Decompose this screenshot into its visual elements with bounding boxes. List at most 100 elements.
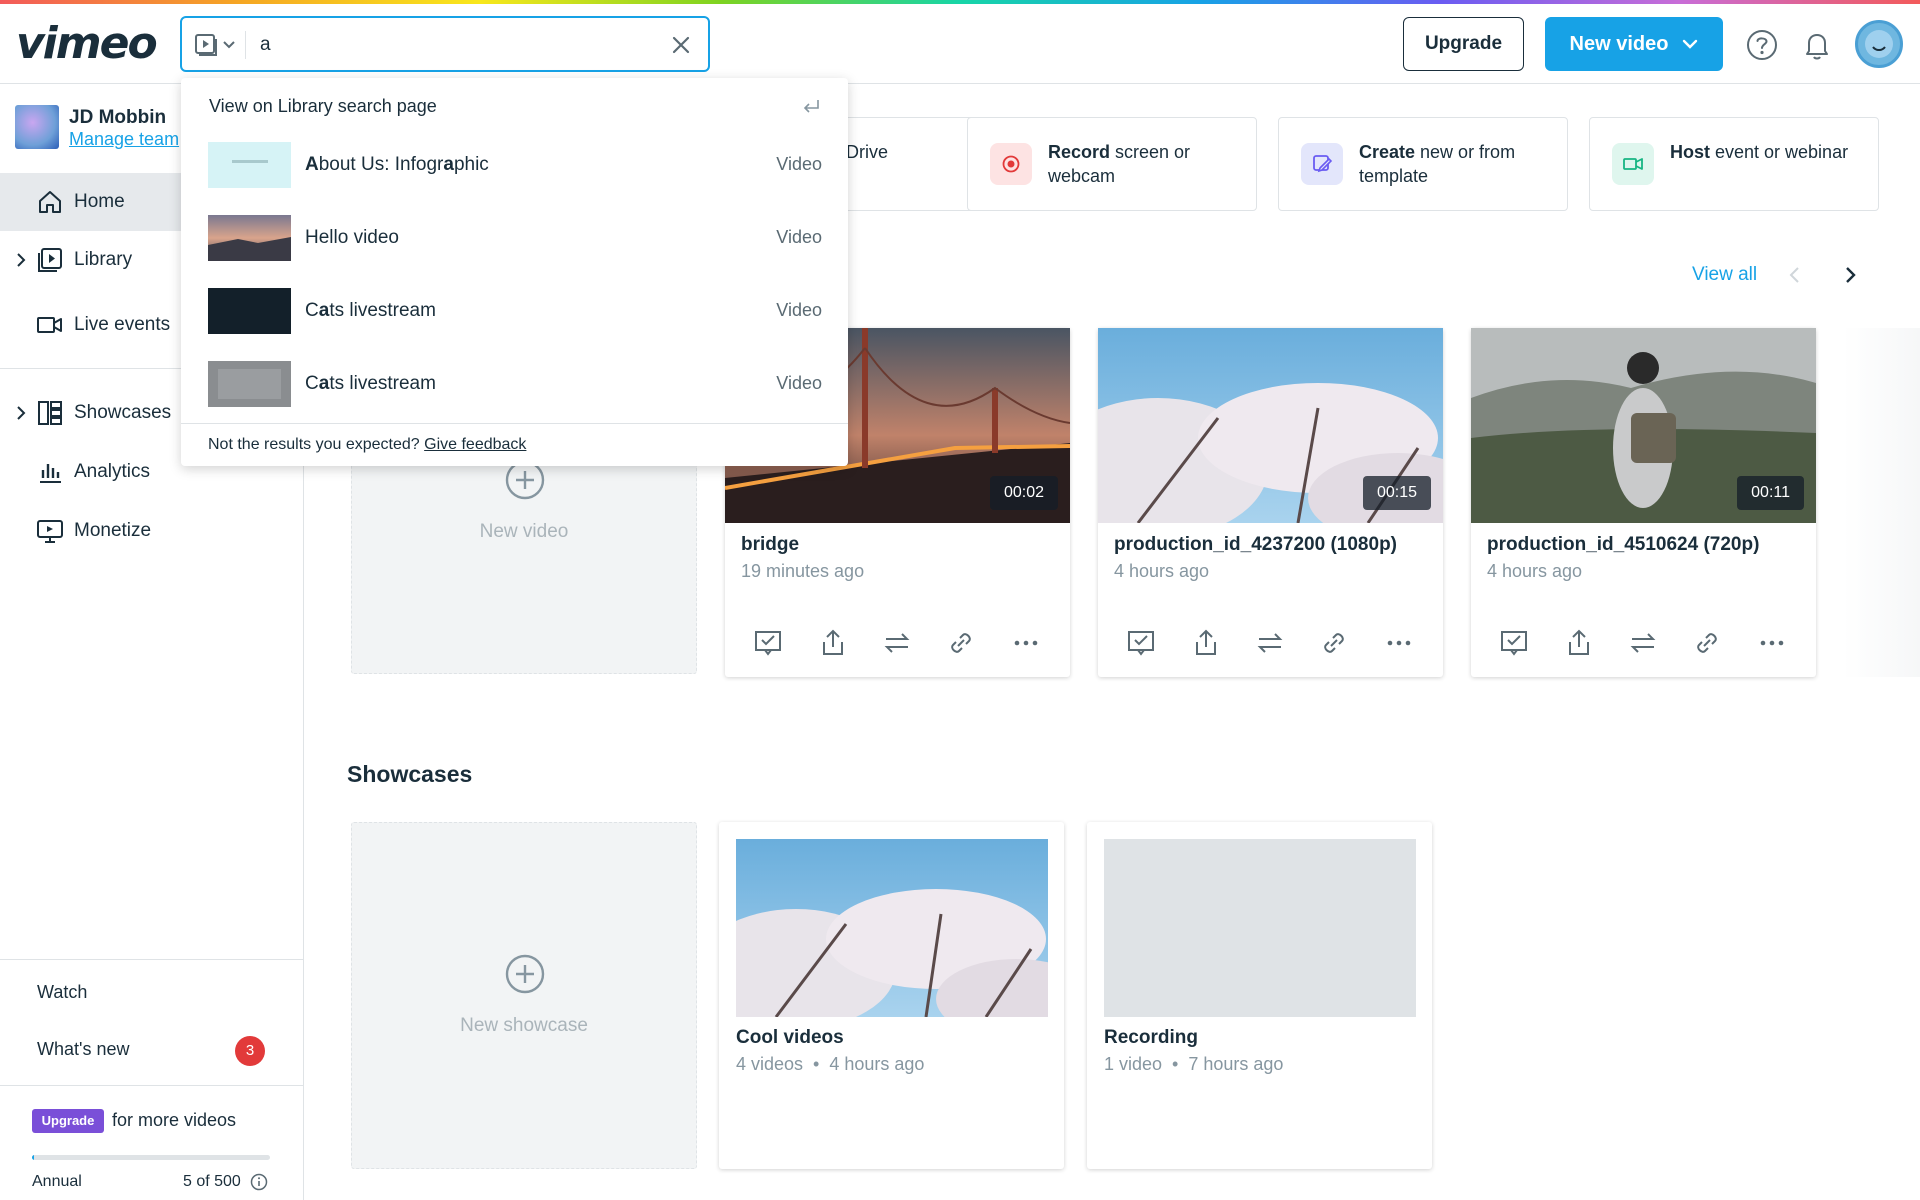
manage-team-link[interactable]: Manage team bbox=[69, 129, 179, 150]
view-all-link[interactable]: View all bbox=[1692, 264, 1757, 286]
replace-icon[interactable] bbox=[1253, 626, 1287, 660]
result-thumbnail bbox=[208, 142, 291, 188]
sidebar-item-monetize[interactable]: Monetize bbox=[0, 502, 303, 560]
action-card-record[interactable]: Record screen or webcam bbox=[967, 117, 1257, 211]
video-duration: 00:11 bbox=[1737, 476, 1804, 510]
result-title: Hello video bbox=[305, 227, 399, 248]
search-box[interactable] bbox=[180, 16, 710, 72]
new-showcase-label: New showcase bbox=[460, 1015, 588, 1036]
video-thumbnail[interactable]: 00:11 bbox=[1471, 328, 1816, 523]
home-icon bbox=[39, 191, 61, 213]
result-thumbnail bbox=[208, 361, 291, 407]
action-card-text: Record screen or webcam bbox=[1048, 142, 1191, 186]
showcase-thumbnail bbox=[736, 839, 1048, 1017]
whats-new-link[interactable]: What's new bbox=[37, 1039, 129, 1060]
avatar-face-icon bbox=[1865, 30, 1893, 58]
showcase-icon bbox=[38, 401, 62, 425]
result-title: About Us: Infographic bbox=[305, 154, 489, 175]
search-input[interactable] bbox=[260, 31, 640, 59]
share-icon[interactable] bbox=[1562, 626, 1596, 660]
clear-search-icon[interactable] bbox=[668, 32, 694, 58]
share-icon[interactable] bbox=[1189, 626, 1223, 660]
search-result-row[interactable]: Cats livestream Video bbox=[181, 351, 848, 424]
share-icon[interactable] bbox=[816, 626, 850, 660]
replace-icon[interactable] bbox=[1626, 626, 1660, 660]
watch-link[interactable]: Watch bbox=[37, 982, 87, 1003]
link-icon[interactable] bbox=[1690, 626, 1724, 660]
video-title[interactable]: production_id_4237200 (1080p) bbox=[1114, 534, 1397, 556]
upgrade-badge[interactable]: Upgrade bbox=[32, 1109, 104, 1133]
video-library-icon bbox=[195, 34, 235, 56]
usage-progress-fill bbox=[32, 1155, 35, 1160]
result-type: Video bbox=[776, 227, 822, 247]
link-icon[interactable] bbox=[944, 626, 978, 660]
replace-icon[interactable] bbox=[880, 626, 914, 660]
action-card-text: Host event or webinar bbox=[1670, 142, 1849, 162]
action-card-text: Create new or from template bbox=[1359, 142, 1516, 186]
video-title[interactable]: bridge bbox=[741, 534, 799, 556]
sidebar-item-label: Library bbox=[74, 249, 133, 270]
video-thumbnail[interactable]: 00:15 bbox=[1098, 328, 1443, 523]
usage-progress-bar bbox=[32, 1155, 270, 1160]
upgrade-button[interactable]: Upgrade bbox=[1403, 17, 1524, 71]
search-result-row[interactable]: Cats livestream Video bbox=[181, 278, 848, 351]
enter-key-icon bbox=[803, 100, 819, 113]
chevron-right-icon[interactable] bbox=[14, 404, 28, 422]
template-icon bbox=[1301, 143, 1343, 185]
library-icon bbox=[38, 248, 62, 272]
action-card-host[interactable]: Host event or webinar bbox=[1589, 117, 1879, 211]
search-result-row[interactable]: Hello video Video bbox=[181, 205, 848, 278]
action-card-create[interactable]: Create new or from template bbox=[1278, 117, 1568, 211]
video-title[interactable]: production_id_4510624 (720p) bbox=[1487, 534, 1759, 556]
result-type: Video bbox=[776, 373, 822, 393]
user-avatar[interactable] bbox=[1855, 20, 1903, 68]
vimeo-logo[interactable]: vimeo bbox=[16, 18, 158, 69]
result-type: Video bbox=[776, 300, 822, 320]
carousel-next-icon[interactable] bbox=[1837, 262, 1863, 288]
showcase-card[interactable]: Recording 1 video • 7 hours ago bbox=[1087, 822, 1432, 1169]
record-icon bbox=[990, 143, 1032, 185]
notification-bell-icon[interactable] bbox=[1800, 28, 1834, 62]
search-results-dropdown: View on Library search page About Us: In… bbox=[181, 78, 848, 466]
help-icon[interactable] bbox=[1745, 28, 1779, 62]
search-scope-dropdown[interactable] bbox=[194, 31, 246, 59]
video-time: 19 minutes ago bbox=[741, 561, 865, 581]
new-showcase-tile[interactable]: New showcase bbox=[351, 822, 697, 1169]
new-video-tile[interactable]: New video bbox=[351, 440, 697, 674]
sidebar-item-label: Analytics bbox=[74, 461, 151, 482]
more-options-icon[interactable] bbox=[1009, 626, 1043, 660]
review-icon[interactable] bbox=[751, 626, 785, 660]
result-type: Video bbox=[776, 154, 822, 174]
carousel-prev-icon[interactable] bbox=[1782, 262, 1808, 288]
view-library-search-link[interactable]: View on Library search page bbox=[209, 96, 437, 117]
video-card[interactable]: 00:15 production_id_4237200 (1080p) 4 ho… bbox=[1098, 328, 1443, 677]
partial-video-card bbox=[1843, 328, 1920, 677]
give-feedback-link[interactable]: Give feedback bbox=[424, 436, 526, 453]
whats-new-count-badge: 3 bbox=[235, 1036, 265, 1066]
upgrade-text: for more videos bbox=[112, 1110, 237, 1130]
video-card[interactable]: 00:11 production_id_4510624 (720p) 4 hou… bbox=[1471, 328, 1816, 677]
search-result-row[interactable]: About Us: Infographic Video bbox=[181, 132, 848, 205]
team-name: JD Mobbin bbox=[69, 107, 167, 128]
chevron-right-icon[interactable] bbox=[14, 251, 28, 269]
more-options-icon[interactable] bbox=[1382, 626, 1416, 660]
new-video-button[interactable]: New video bbox=[1545, 17, 1723, 71]
result-thumbnail bbox=[208, 288, 291, 334]
analytics-icon bbox=[40, 464, 61, 483]
result-title: Cats livestream bbox=[305, 373, 436, 394]
review-icon[interactable] bbox=[1124, 626, 1158, 660]
more-options-icon[interactable] bbox=[1755, 626, 1789, 660]
review-icon[interactable] bbox=[1497, 626, 1531, 660]
showcase-card[interactable]: Cool videos 4 videos • 4 hours ago bbox=[719, 822, 1064, 1169]
showcase-meta: 1 video • 7 hours ago bbox=[1104, 1054, 1284, 1074]
video-duration: 00:02 bbox=[989, 476, 1058, 510]
new-video-label: New video bbox=[1569, 32, 1669, 55]
video-camera-icon bbox=[1612, 143, 1654, 185]
showcases-section-title: Showcases bbox=[347, 761, 473, 787]
info-icon[interactable] bbox=[250, 1173, 268, 1191]
top-bar: vimeo Upgrade New video bbox=[0, 4, 1920, 84]
link-icon[interactable] bbox=[1317, 626, 1351, 660]
plus-circle-icon bbox=[505, 954, 545, 994]
chevron-down-icon bbox=[1683, 39, 1698, 49]
sidebar-divider bbox=[0, 959, 303, 960]
